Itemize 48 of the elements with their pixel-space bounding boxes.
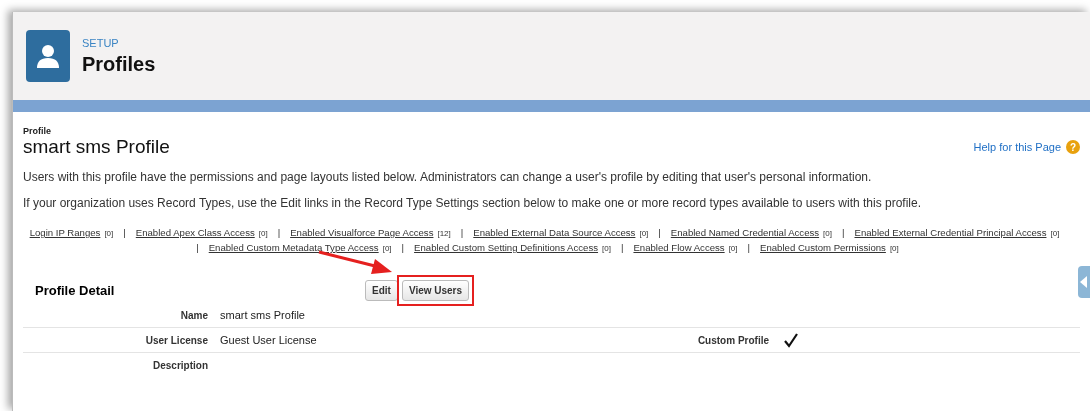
separator: | — [277, 227, 281, 238]
separator: | — [460, 227, 464, 238]
description-text: Users with this profile have the permissions and page layouts listed below. Administrators can change a user's profile by editing that user's personal information. — [23, 170, 873, 184]
record-type-label: Profile — [23, 126, 52, 136]
description-text: If your organization uses Record Types, use the Edit links in the Record Type Settings section below to make one or more record types available to users with this profile. — [23, 196, 923, 210]
section-title: Profile Detail — [35, 282, 116, 298]
separator: | — [620, 242, 624, 253]
separator: | — [747, 242, 751, 253]
field-label: User License — [144, 334, 208, 346]
related-link[interactable]: Enabled External Data Source Access — [473, 227, 636, 238]
link-count: [0] — [602, 244, 611, 253]
related-link[interactable]: Enabled Custom Setting Definitions Access — [414, 242, 599, 253]
separator: | — [842, 227, 845, 238]
record-title: smart sms Profile — [23, 136, 170, 158]
separator: | — [123, 227, 126, 238]
link-count: [0] — [382, 244, 392, 253]
help-link[interactable]: Help for this Page — [973, 141, 1061, 153]
field-label: Custom Profile — [697, 334, 769, 346]
related-link[interactable]: Enabled Named Credential Access — [670, 227, 820, 238]
section-label: SETUP — [82, 36, 120, 49]
collapse-arrow-icon — [1080, 276, 1088, 288]
link-count: [12] — [437, 229, 451, 238]
related-link[interactable]: Enabled Flow Access — [633, 242, 725, 253]
action-button[interactable]: Edit — [365, 279, 398, 301]
separator: | — [196, 242, 199, 253]
link-count: [0] — [104, 229, 114, 238]
profile-icon — [26, 30, 70, 82]
field-value: smart sms Profile — [220, 309, 305, 321]
link-count: [0] — [1050, 229, 1060, 238]
related-link[interactable]: Enabled Custom Permissions — [760, 242, 886, 253]
page-title: Profiles — [82, 52, 156, 76]
link-count: [0] — [823, 229, 832, 238]
separator: | — [401, 242, 405, 253]
field-label: Name — [179, 309, 208, 321]
link-count: [0] — [639, 229, 649, 238]
separator: | — [658, 227, 661, 238]
sidebar-toggle[interactable] — [1078, 266, 1090, 298]
field-value: Guest User License — [220, 334, 317, 346]
link-count: [0] — [889, 244, 899, 253]
related-link[interactable]: Enabled Apex Class Access — [135, 227, 255, 238]
link-count: [0] — [258, 229, 268, 238]
action-button[interactable]: View Users — [401, 279, 470, 301]
field-label: Description — [152, 359, 208, 371]
related-link[interactable]: Login IP Ranges — [29, 227, 101, 238]
related-link[interactable]: Enabled Custom Metadata Type Access — [208, 242, 379, 253]
related-link[interactable]: Enabled Visualforce Page Access — [290, 227, 434, 238]
link-count: [0] — [728, 244, 738, 253]
related-link[interactable]: Enabled External Credential Principal Access — [854, 227, 1047, 238]
